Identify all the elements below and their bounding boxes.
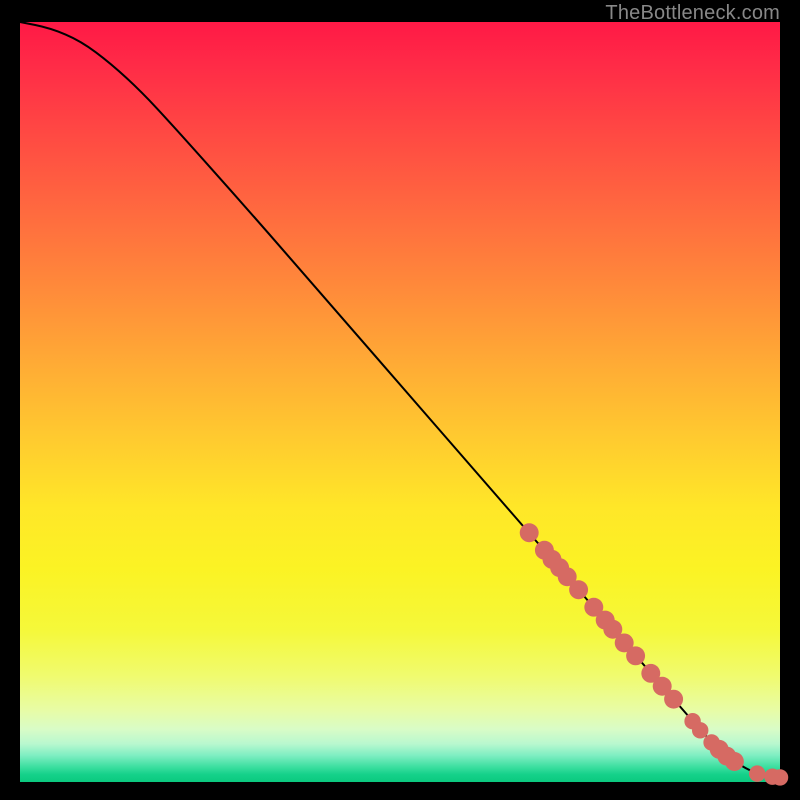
curve-line xyxy=(20,22,780,777)
curve-marker xyxy=(725,752,744,771)
curve-marker xyxy=(520,523,539,542)
curve-marker xyxy=(569,580,588,599)
chart-frame: TheBottleneck.com xyxy=(0,0,800,800)
curve-marker xyxy=(626,646,645,665)
attribution-label: TheBottleneck.com xyxy=(605,2,780,25)
plot-area xyxy=(20,22,780,782)
curve-markers xyxy=(520,523,788,785)
curve-marker xyxy=(749,765,765,781)
curve-marker xyxy=(664,690,683,709)
curve-marker xyxy=(772,769,788,785)
chart-overlay-svg xyxy=(20,22,780,782)
curve-marker xyxy=(692,722,708,738)
